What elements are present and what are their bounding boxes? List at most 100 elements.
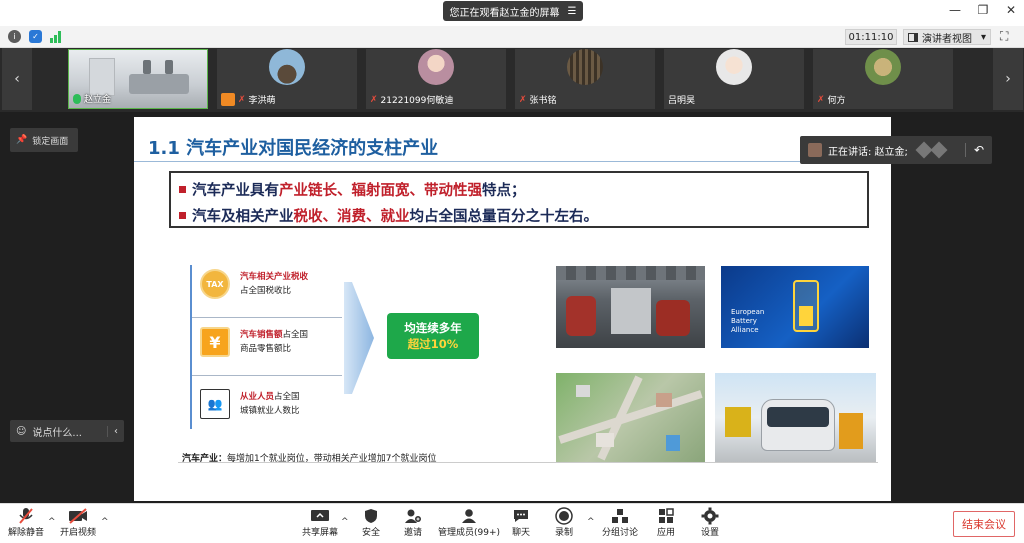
chat-placeholder: 说点什么... — [32, 427, 82, 439]
signal-icon[interactable] — [50, 30, 61, 43]
restore-icon[interactable]: ❐ — [976, 3, 990, 17]
gear-icon — [700, 507, 720, 525]
stat-line2: 商品零售额比 — [240, 344, 292, 354]
callout-line1: 均连续多年 — [404, 321, 462, 335]
divider — [192, 317, 342, 318]
speaker-avatar — [808, 143, 822, 157]
tile-name: ✗ 李洪萌 — [221, 93, 276, 106]
pin-icon: 📌 — [16, 135, 28, 145]
participant-tile[interactable]: ✗ 21221099何敏迪 — [366, 49, 506, 109]
title-divider — [134, 161, 891, 162]
participant-tile[interactable]: 赵立金 — [68, 49, 208, 109]
info-icon[interactable]: i — [8, 30, 21, 43]
stat-emphasis: 汽车销售额 — [240, 330, 283, 340]
lock-view-button[interactable]: 📌 锁定画面 — [10, 128, 78, 152]
smart-city-image — [556, 373, 705, 463]
participant-name: 吕明昊 — [668, 96, 696, 106]
invite-button[interactable]: 邀请 — [403, 507, 423, 538]
view-mode-dropdown[interactable]: 演讲者视图 ▾ — [903, 29, 991, 45]
stat-line2: 城镇就业人数比 — [240, 406, 300, 416]
close-icon[interactable]: ✕ — [1004, 3, 1018, 17]
security-button[interactable]: 安全 — [361, 507, 381, 538]
video-off-icon — [68, 507, 88, 525]
bullet-icon — [179, 212, 186, 219]
breakout-rooms-button[interactable]: 分组讨论 — [602, 507, 638, 538]
active-speaker-indicator: 正在讲话: 赵立金; ↶ — [800, 136, 992, 164]
speaking-dots — [915, 141, 948, 159]
share-screen-button[interactable]: 共享屏幕 — [302, 507, 338, 538]
emoji-icon[interactable]: ☺ — [16, 426, 26, 437]
video-strip: ‹ 赵立金 ✗ 李洪萌 ✗ 21221099何敏迪 ✗ 张书铭 吕明昊 ✗ 何方… — [0, 48, 1024, 112]
stat-item: ¥ 汽车销售额占全国 商品零售额比 — [200, 327, 308, 357]
shield-icon[interactable]: ✓ — [29, 30, 42, 43]
key-point-text: 汽车产业具有 — [192, 183, 279, 199]
meeting-controls: 解除静音 ^ 开启视频 ^ 共享屏幕 ^ 安全 邀请 管理成员(99+) 聊天 … — [0, 503, 1024, 543]
shared-slide: 1.1 汽车产业对国民经济的支柱产业 汽车产业具有 产业链长、辐射面宽、带动性强… — [134, 117, 891, 501]
divider — [178, 462, 878, 463]
apps-button[interactable]: 应用 — [656, 507, 676, 538]
breakout-icon — [610, 507, 630, 525]
participant-tile[interactable]: ✗ 何方 — [813, 49, 953, 109]
strip-prev-button[interactable]: ‹ — [2, 48, 32, 110]
battery-text-line: Alliance — [731, 326, 759, 334]
strip-next-button[interactable]: › — [993, 48, 1023, 110]
speaker-view-icon — [908, 32, 918, 42]
participant-name: 赵立金 — [84, 95, 112, 105]
participant-tile[interactable]: ✗ 张书铭 — [515, 49, 655, 109]
mic-muted-icon: ✗ — [370, 94, 378, 105]
stat-rest: 占全国 — [274, 392, 300, 402]
stat-text: 汽车销售额占全国 商品零售额比 — [240, 328, 308, 356]
minimize-icon[interactable]: — — [948, 3, 962, 17]
settings-button[interactable]: 设置 — [700, 507, 720, 538]
share-banner-label: 您正在观看赵立金的屏幕 — [449, 7, 560, 19]
chat-input[interactable]: ☺ 说点什么... ‹ — [10, 420, 124, 442]
end-meeting-button[interactable]: 结束会议 — [953, 511, 1015, 537]
participant-tile[interactable]: ✗ 李洪萌 — [217, 49, 357, 109]
mic-muted-icon: ✗ — [817, 94, 825, 105]
avatar — [269, 49, 305, 85]
start-video-label: 开启视频 — [60, 528, 97, 538]
meeting-toolbar: i ✓ 01:11:10 演讲者视图 ▾ ⛶ — [0, 26, 1024, 48]
stats-list: TAX 汽车相关产业税收 占全国税收比 ¥ 汽车销售额占全国 商品零售额比 👥 … — [190, 265, 342, 429]
collapse-chat-icon[interactable]: ‹ — [107, 425, 118, 437]
back-icon[interactable]: ↶ — [964, 143, 984, 157]
key-point-emphasis: 税收、消费、就业 — [293, 209, 410, 225]
key-points-box: 汽车产业具有 产业链长、辐射面宽、带动性强 特点； 汽车及相关产业 税收、消费、… — [169, 171, 869, 228]
chevron-up-icon[interactable]: ^ — [341, 517, 349, 527]
speaking-label: 正在讲话: 赵立金; — [828, 146, 908, 158]
battery-text-line: European — [731, 308, 765, 316]
yuan-icon: ¥ — [200, 327, 230, 357]
unmute-button[interactable]: 解除静音 — [8, 507, 44, 538]
bullet-icon — [179, 186, 186, 193]
start-video-button[interactable]: 开启视频 — [60, 507, 96, 538]
menu-icon[interactable]: ☰ — [568, 6, 577, 17]
mic-muted-icon: ✗ — [238, 94, 246, 105]
divider — [192, 375, 342, 376]
participant-name: 李洪萌 — [248, 96, 276, 106]
meeting-timer: 01:11:10 — [845, 29, 897, 45]
chevron-up-icon[interactable]: ^ — [587, 517, 595, 527]
chat-button[interactable]: 聊天 — [511, 507, 531, 538]
add-user-icon — [403, 507, 423, 525]
share-screen-label: 共享屏幕 — [302, 528, 339, 538]
battery-alliance-image: European Battery Alliance — [721, 266, 869, 348]
battery-text-line: Battery — [731, 317, 757, 325]
key-point-emphasis: 产业链长、辐射面宽、带动性强 — [279, 183, 482, 199]
stat-item: 👥 从业人员占全国 城镇就业人数比 — [200, 389, 300, 419]
screen-share-banner[interactable]: 您正在观看赵立金的屏幕 ☰ — [443, 1, 583, 21]
chevron-up-icon[interactable]: ^ — [48, 517, 56, 527]
chevron-up-icon[interactable]: ^ — [101, 517, 109, 527]
security-label: 安全 — [361, 528, 380, 538]
manage-members-button[interactable]: 管理成员(99+) — [438, 507, 500, 538]
record-button[interactable]: 录制 — [554, 507, 574, 538]
battery-alliance-text: European Battery Alliance — [731, 308, 764, 335]
key-point-2: 汽车及相关产业 税收、消费、就业 均占全国总量百分之十左右。 — [179, 205, 859, 226]
participant-tile[interactable]: 吕明昊 — [664, 49, 804, 109]
stat-rest: 占全国 — [282, 330, 309, 340]
fullscreen-icon[interactable]: ⛶ — [1000, 29, 1008, 44]
breakout-label: 分组讨论 — [602, 528, 639, 538]
avatar — [865, 49, 901, 85]
participant-name: 21221099何敏迪 — [380, 96, 454, 106]
key-point-1: 汽车产业具有 产业链长、辐射面宽、带动性强 特点； — [179, 179, 859, 200]
stat-item: TAX 汽车相关产业税收 占全国税收比 — [200, 269, 308, 299]
